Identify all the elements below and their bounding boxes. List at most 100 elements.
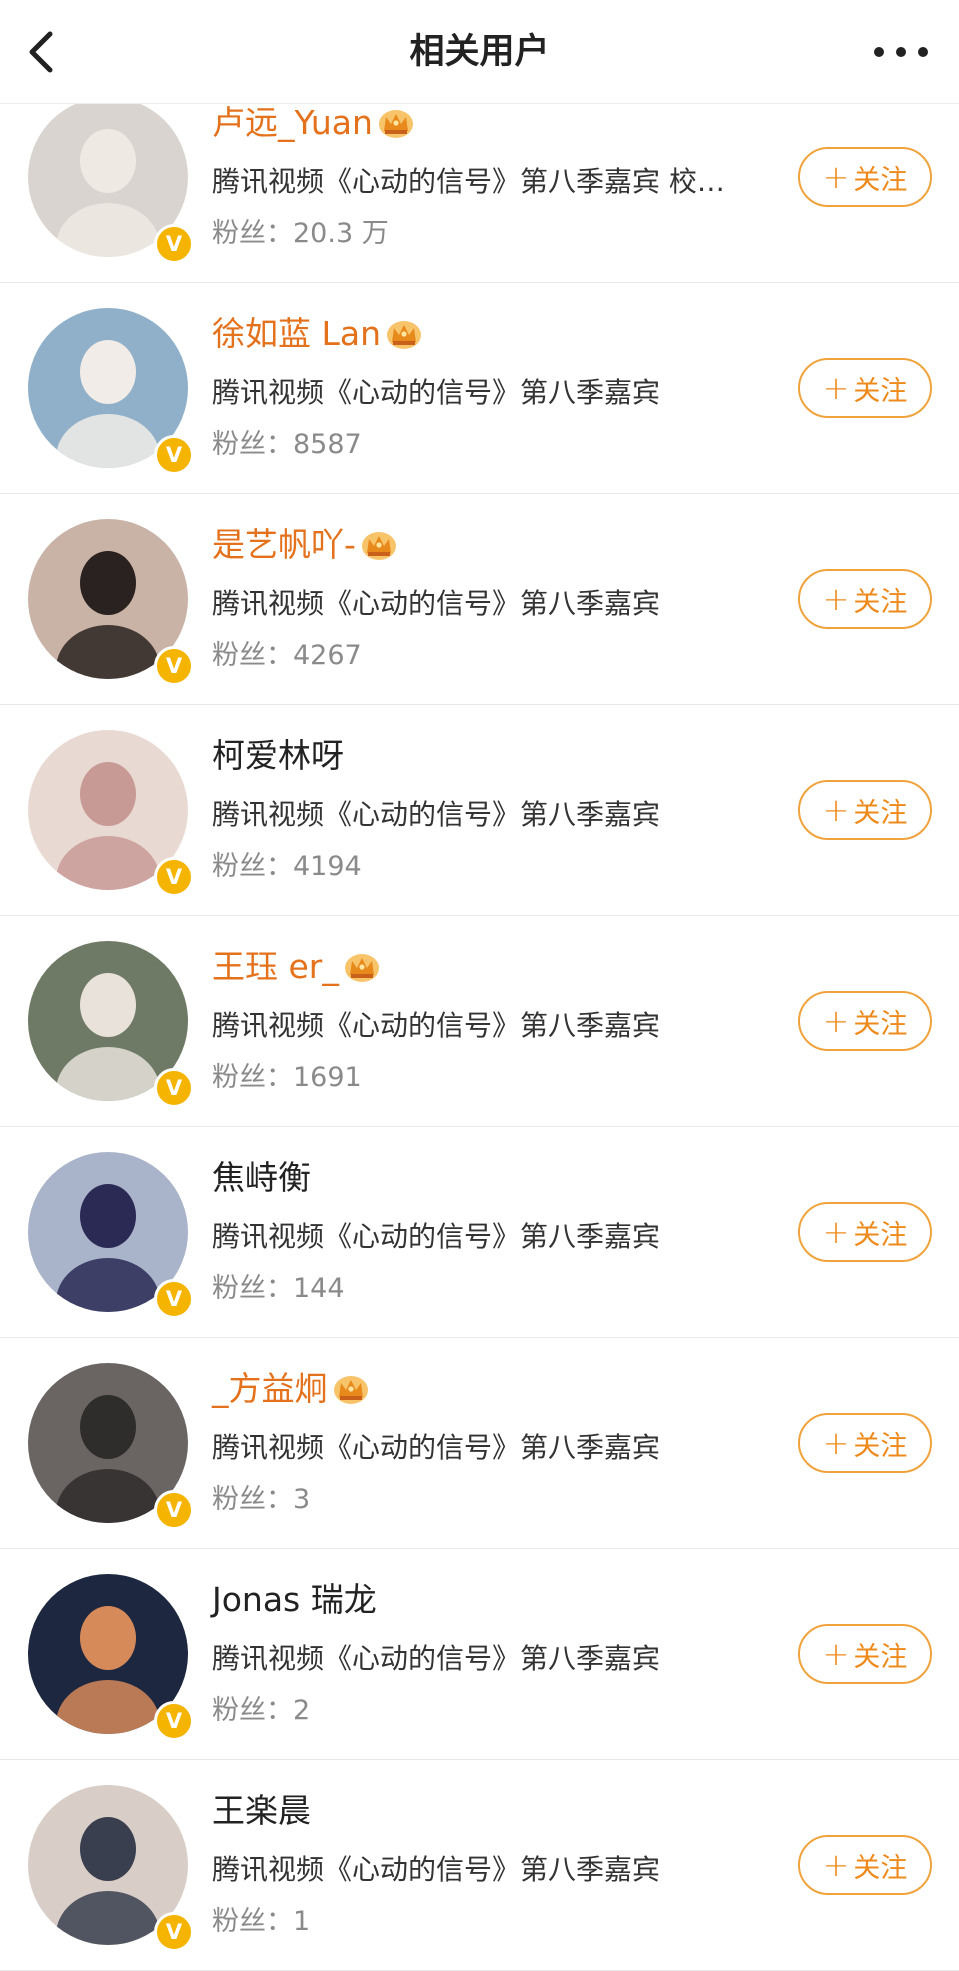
user-row[interactable]: V Jonas 瑞龙 腾讯视频《心动的信号》第八季嘉宾 粉丝：2 + 关注 — [0, 1549, 959, 1760]
user-name[interactable]: 卢远_Yuan — [212, 100, 373, 146]
user-row[interactable]: V 是艺帆吖- 腾讯视频《心动的信号》第八季嘉宾 粉丝：4267 + 关注 — [0, 494, 959, 705]
plus-icon: + — [822, 1635, 850, 1673]
follow-button[interactable]: + 关注 — [798, 358, 932, 418]
user-description: 腾讯视频《心动的信号》第八季嘉宾 — [212, 1642, 661, 1675]
user-name[interactable]: 王楽晨 — [212, 1788, 311, 1834]
user-name[interactable]: 柯爱林呀 — [212, 733, 344, 779]
user-row[interactable]: V 王楽晨 腾讯视频《心动的信号》第八季嘉宾 粉丝：1 + 关注 — [0, 1760, 959, 1971]
plus-icon: + — [822, 791, 850, 829]
fans-count: 1 — [293, 1906, 311, 1937]
user-name[interactable]: 焦峙衡 — [212, 1155, 311, 1201]
user-row[interactable]: V 卢远_Yuan 腾讯视频《心动的信号》第八季嘉宾 校… 粉丝：20.3 万 … — [0, 97, 959, 283]
user-description: 腾讯视频《心动的信号》第八季嘉宾 — [212, 1431, 661, 1464]
user-name-line: 王珏 er_ — [212, 942, 381, 992]
fans-label: 粉丝： — [212, 1273, 293, 1304]
crown-icon — [361, 532, 396, 560]
avatar-face — [80, 1817, 136, 1881]
fans-count-line: 粉丝：3 — [212, 1480, 310, 1520]
user-name-line: 卢远_Yuan — [212, 98, 415, 148]
follow-button[interactable]: + 关注 — [798, 1835, 932, 1895]
user-row[interactable]: V 柯爱林呀 腾讯视频《心动的信号》第八季嘉宾 粉丝：4194 + 关注 — [0, 705, 959, 916]
fans-label: 粉丝： — [212, 218, 293, 249]
fans-count-line: 粉丝：4194 — [212, 847, 362, 887]
user-row[interactable]: V _方益炯 腾讯视频《心动的信号》第八季嘉宾 粉丝：3 + 关注 — [0, 1338, 959, 1549]
follow-label: 关注 — [853, 1430, 908, 1462]
user-name-line: 焦峙衡 — [212, 1153, 311, 1203]
user-name-line: 是艺帆吖- — [212, 520, 398, 570]
user-name[interactable]: 王珏 er_ — [212, 944, 339, 990]
user-description: 腾讯视频《心动的信号》第八季嘉宾 — [212, 376, 661, 409]
page-title: 相关用户 — [409, 32, 550, 72]
user-description: 腾讯视频《心动的信号》第八季嘉宾 — [212, 1220, 661, 1253]
follow-button[interactable]: + 关注 — [798, 1202, 932, 1262]
fans-count: 4194 — [293, 851, 362, 882]
crown-icon — [378, 110, 413, 138]
verified-badge-icon: V — [154, 1279, 194, 1319]
fans-label: 粉丝： — [212, 1062, 293, 1093]
user-description: 腾讯视频《心动的信号》第八季嘉宾 — [212, 1853, 661, 1886]
more-dots-icon — [874, 47, 928, 57]
fans-count: 144 — [293, 1273, 345, 1304]
follow-button[interactable]: + 关注 — [798, 1624, 932, 1684]
user-row[interactable]: V 王珏 er_ 腾讯视频《心动的信号》第八季嘉宾 粉丝：1691 + 关注 — [0, 916, 959, 1127]
user-row[interactable]: V 焦峙衡 腾讯视频《心动的信号》第八季嘉宾 粉丝：144 + 关注 — [0, 1127, 959, 1338]
fans-count: 8587 — [293, 429, 362, 460]
follow-label: 关注 — [853, 797, 908, 829]
avatar-face — [80, 1606, 136, 1670]
plus-icon: + — [822, 580, 850, 618]
avatar-face — [80, 551, 136, 615]
follow-label: 关注 — [853, 586, 908, 618]
fans-count: 1691 — [293, 1062, 362, 1093]
fans-count-line: 粉丝：20.3 万 — [212, 214, 389, 254]
user-name-line: 王楽晨 — [212, 1786, 311, 1836]
user-name-line: 徐如蓝 Lan — [212, 309, 423, 359]
fans-count-line: 粉丝：1691 — [212, 1058, 362, 1098]
user-description: 腾讯视频《心动的信号》第八季嘉宾 校… — [212, 165, 725, 198]
fans-count: 2 — [293, 1695, 311, 1726]
user-name-line: _方益炯 — [212, 1364, 370, 1414]
user-name[interactable]: 是艺帆吖- — [212, 522, 356, 568]
verified-badge-icon: V — [154, 1068, 194, 1108]
avatar-face — [80, 1184, 136, 1248]
follow-label: 关注 — [853, 1852, 908, 1884]
crown-icon — [387, 321, 422, 349]
user-name[interactable]: 徐如蓝 Lan — [212, 311, 381, 357]
user-description: 腾讯视频《心动的信号》第八季嘉宾 — [212, 798, 661, 831]
more-options-button[interactable] — [867, 30, 939, 74]
user-row[interactable]: V 徐如蓝 Lan 腾讯视频《心动的信号》第八季嘉宾 粉丝：8587 + 关注 — [0, 283, 959, 494]
verified-badge-icon: V — [154, 1701, 194, 1741]
fans-label: 粉丝： — [212, 1695, 293, 1726]
user-name[interactable]: Jonas 瑞龙 — [212, 1577, 377, 1623]
avatar-face — [80, 340, 136, 404]
user-list: V 卢远_Yuan 腾讯视频《心动的信号》第八季嘉宾 校… 粉丝：20.3 万 … — [0, 97, 959, 1971]
fans-count: 3 — [293, 1484, 311, 1515]
plus-icon: + — [822, 1424, 850, 1462]
follow-button[interactable]: + 关注 — [798, 780, 932, 840]
fans-count-line: 粉丝：2 — [212, 1691, 310, 1731]
fans-count-line: 粉丝：144 — [212, 1269, 345, 1309]
avatar-face — [80, 129, 136, 193]
fans-count-line: 粉丝：4267 — [212, 636, 362, 676]
follow-label: 关注 — [853, 1008, 908, 1040]
fans-label: 粉丝： — [212, 1906, 293, 1937]
user-name[interactable]: _方益炯 — [212, 1366, 328, 1412]
follow-button[interactable]: + 关注 — [798, 991, 932, 1051]
verified-badge-icon: V — [154, 1912, 194, 1952]
verified-badge-icon: V — [154, 435, 194, 475]
fans-label: 粉丝： — [212, 640, 293, 671]
follow-label: 关注 — [853, 164, 908, 196]
verified-badge-icon: V — [154, 857, 194, 897]
plus-icon: + — [822, 1846, 850, 1884]
plus-icon: + — [822, 1213, 850, 1251]
follow-button[interactable]: + 关注 — [798, 569, 932, 629]
avatar-face — [80, 1395, 136, 1459]
verified-badge-icon: V — [154, 1490, 194, 1530]
follow-button[interactable]: + 关注 — [798, 1413, 932, 1473]
top-nav-bar: 相关用户 — [0, 0, 959, 104]
fans-label: 粉丝： — [212, 429, 293, 460]
verified-badge-icon: V — [154, 224, 194, 264]
fans-count: 20.3 万 — [293, 218, 389, 249]
user-description: 腾讯视频《心动的信号》第八季嘉宾 — [212, 587, 661, 620]
fans-count: 4267 — [293, 640, 362, 671]
follow-button[interactable]: + 关注 — [798, 147, 932, 207]
